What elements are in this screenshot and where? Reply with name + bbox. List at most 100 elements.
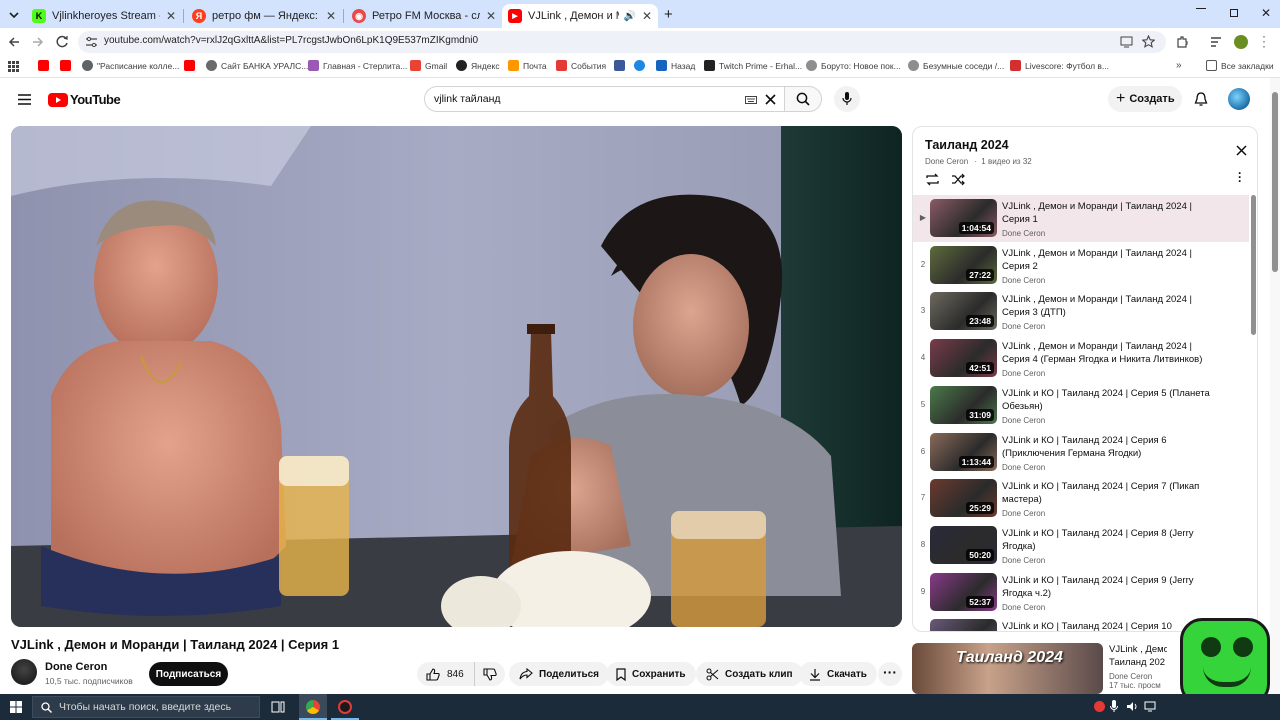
windows-start-icon[interactable] bbox=[10, 701, 22, 713]
forward-icon[interactable] bbox=[32, 36, 44, 48]
taskbar-app-2[interactable] bbox=[331, 694, 359, 720]
bookmark-gmail[interactable]: Gmail bbox=[410, 60, 447, 71]
browser-tab-1[interactable]: K Vjlinkheroyes Stream - Watch L ✕ bbox=[26, 4, 182, 28]
search-button[interactable] bbox=[784, 86, 822, 112]
create-button[interactable]: + Создать bbox=[1108, 86, 1182, 112]
more-actions-icon[interactable]: ··· bbox=[878, 662, 902, 686]
channel-name[interactable]: Done Ceron bbox=[45, 661, 107, 673]
playlist-item[interactable]: 3 23:48 VJLink , Демон и Моранди | Таиланд… bbox=[913, 288, 1249, 335]
bookmark-twitch[interactable]: Twitch Prime - Erhal... bbox=[704, 60, 802, 71]
apps-grid-icon[interactable] bbox=[8, 61, 19, 72]
playlist-scrollbar[interactable] bbox=[1251, 195, 1256, 335]
playlist-item-thumbnail[interactable]: 25:29 bbox=[930, 479, 997, 518]
taskbar-search-box[interactable]: Чтобы начать поиск, введите здесь bbox=[32, 696, 260, 718]
bookmark-5[interactable]: Сайт БАНКА УРАЛС... bbox=[206, 60, 308, 71]
playlist-item[interactable]: 4 42:51 VJLink , Демон и Моранди | Таиланд… bbox=[913, 335, 1249, 382]
close-icon[interactable]: ✕ bbox=[166, 9, 176, 23]
playlist-item[interactable]: 9 52:37 VJLink и КО | Таиланд 2024 | Серия… bbox=[913, 569, 1249, 616]
playlist-item-thumbnail[interactable]: 1:04:54 bbox=[930, 199, 997, 237]
close-window-icon[interactable]: ✕ bbox=[1261, 6, 1271, 20]
playlist-item[interactable]: 5 31:09 VJLink и КО | Таиланд 2024 | Серия… bbox=[913, 382, 1249, 429]
recommended-video-info[interactable]: VJLink , Демо Таиланд 202 Done Ceron 17 … bbox=[1109, 643, 1167, 694]
loop-icon[interactable] bbox=[925, 173, 940, 186]
bookmark-yandex[interactable]: Яндекс bbox=[456, 60, 500, 71]
page-scrollbar-thumb[interactable] bbox=[1272, 92, 1278, 272]
share-button[interactable]: Поделиться bbox=[509, 662, 610, 686]
frog-mascot-overlay[interactable] bbox=[1180, 618, 1270, 706]
keyboard-icon[interactable] bbox=[745, 96, 757, 104]
search-input[interactable]: vjlink тайланд bbox=[424, 86, 784, 112]
browser-tab-3[interactable]: ◉ Ретро FM Москва - слушать о ✕ bbox=[346, 4, 502, 28]
close-icon[interactable]: ✕ bbox=[486, 9, 496, 23]
close-playlist-icon[interactable] bbox=[1236, 145, 1247, 156]
task-view-icon[interactable] bbox=[271, 700, 285, 714]
youtube-logo[interactable]: YouTube bbox=[48, 92, 121, 107]
bookmark-2[interactable] bbox=[60, 60, 75, 71]
tray-app-icon[interactable] bbox=[1094, 701, 1105, 712]
browser-tab-2[interactable]: Я ретро фм — Яндекс: нашлось ✕ bbox=[186, 4, 342, 28]
new-tab-icon[interactable]: + bbox=[664, 6, 673, 23]
reload-icon[interactable] bbox=[56, 35, 69, 48]
playlist-item[interactable]: ▶ 1:04:54 VJLink , Демон и Моранди | Таила… bbox=[913, 195, 1249, 242]
dislike-button[interactable] bbox=[475, 662, 505, 686]
playlist-item-thumbnail[interactable]: 52:37 bbox=[930, 572, 997, 611]
bookmark-12[interactable] bbox=[634, 60, 649, 71]
tray-microphone-icon[interactable] bbox=[1110, 700, 1118, 713]
playlist-item-thumbnail[interactable]: 42:51 bbox=[930, 339, 997, 378]
voice-search-button[interactable] bbox=[834, 86, 860, 112]
close-icon[interactable]: ✕ bbox=[642, 9, 652, 23]
bookmark-1[interactable] bbox=[38, 60, 53, 71]
subscribe-button[interactable]: Подписаться bbox=[149, 662, 228, 686]
site-info-icon[interactable] bbox=[86, 37, 97, 47]
create-clip-button[interactable]: Создать клип bbox=[696, 662, 803, 686]
tray-volume-icon[interactable] bbox=[1126, 701, 1138, 712]
playlist-item-thumbnail[interactable]: 50:20 bbox=[930, 525, 997, 564]
playlist-item[interactable]: 6 1:13:44 VJLink и КО | Таиланд 2024 | Сер… bbox=[913, 429, 1249, 476]
more-vert-icon[interactable]: · · · bbox=[1262, 30, 1266, 52]
tray-network-icon[interactable] bbox=[1144, 701, 1156, 712]
like-button[interactable]: 846 bbox=[417, 662, 475, 686]
bookmark-mail[interactable]: Почта bbox=[508, 60, 547, 71]
taskbar-chrome[interactable] bbox=[299, 694, 327, 720]
account-avatar[interactable] bbox=[1228, 88, 1250, 110]
install-app-icon[interactable] bbox=[1120, 36, 1133, 48]
restore-icon[interactable] bbox=[1230, 9, 1238, 17]
playlist-item-thumbnail[interactable] bbox=[930, 619, 997, 631]
bookmark-4[interactable] bbox=[184, 60, 199, 71]
reading-list-icon[interactable] bbox=[1210, 36, 1222, 48]
clear-search-icon[interactable] bbox=[765, 94, 776, 105]
playlist-item-thumbnail[interactable]: 31:09 bbox=[930, 385, 997, 424]
playlist-item[interactable]: 2 27:22 VJLink , Демон и Моранди | Таиланд… bbox=[913, 242, 1249, 289]
bookmark-back[interactable]: Назад bbox=[656, 60, 695, 71]
playlist-item-thumbnail[interactable]: 27:22 bbox=[930, 245, 997, 284]
shuffle-icon[interactable] bbox=[951, 173, 966, 186]
browser-tab-4-active[interactable]: ▶ VJLink , Демон и Моранди 🔊 ✕ bbox=[502, 4, 658, 28]
address-bar[interactable]: youtube.com/watch?v=rxlJ2qGxlttA&list=PL… bbox=[78, 31, 1166, 53]
more-bookmarks-icon[interactable]: » bbox=[1176, 60, 1182, 71]
extensions-icon[interactable] bbox=[1176, 36, 1188, 48]
video-player[interactable] bbox=[11, 126, 902, 627]
playlist-owner[interactable]: Done Ceron bbox=[925, 157, 968, 166]
notifications-bell-icon[interactable] bbox=[1194, 92, 1208, 107]
all-bookmarks[interactable]: Все закладки bbox=[1206, 60, 1274, 71]
playlist-menu-icon[interactable]: · · · bbox=[1238, 167, 1242, 187]
bookmark-boruto[interactable]: Боруто: Новое пок... bbox=[806, 60, 901, 71]
playlist-title[interactable]: Таиланд 2024 bbox=[925, 138, 1009, 152]
back-icon[interactable] bbox=[8, 36, 20, 48]
menu-icon[interactable] bbox=[18, 94, 31, 105]
playlist-item[interactable]: 7 25:29 VJLink и КО | Таиланд 2024 | Серия… bbox=[913, 475, 1249, 522]
bookmark-11[interactable] bbox=[614, 60, 629, 71]
playlist-item[interactable]: 8 50:20 VJLink и КО | Таиланд 2024 | Серия… bbox=[913, 522, 1249, 569]
bookmark-events[interactable]: События bbox=[556, 60, 606, 71]
recommended-video-thumbnail[interactable]: Таиланд 2024 bbox=[912, 643, 1103, 694]
download-button[interactable]: Скачать bbox=[799, 662, 877, 686]
playlist-item-thumbnail[interactable]: 23:48 bbox=[930, 292, 997, 331]
save-button[interactable]: Сохранить bbox=[606, 662, 696, 686]
bookmark-3[interactable]: "Расписание колле... bbox=[82, 60, 179, 71]
bookmark-6[interactable]: Главная - Стерлита... bbox=[308, 60, 407, 71]
minimize-icon[interactable] bbox=[1196, 8, 1206, 9]
channel-avatar[interactable] bbox=[11, 659, 37, 685]
tab-search-button[interactable] bbox=[6, 7, 22, 23]
bookmark-star-icon[interactable] bbox=[1142, 35, 1155, 48]
bookmark-neighbors[interactable]: Безумные соседи /... bbox=[908, 60, 1004, 71]
